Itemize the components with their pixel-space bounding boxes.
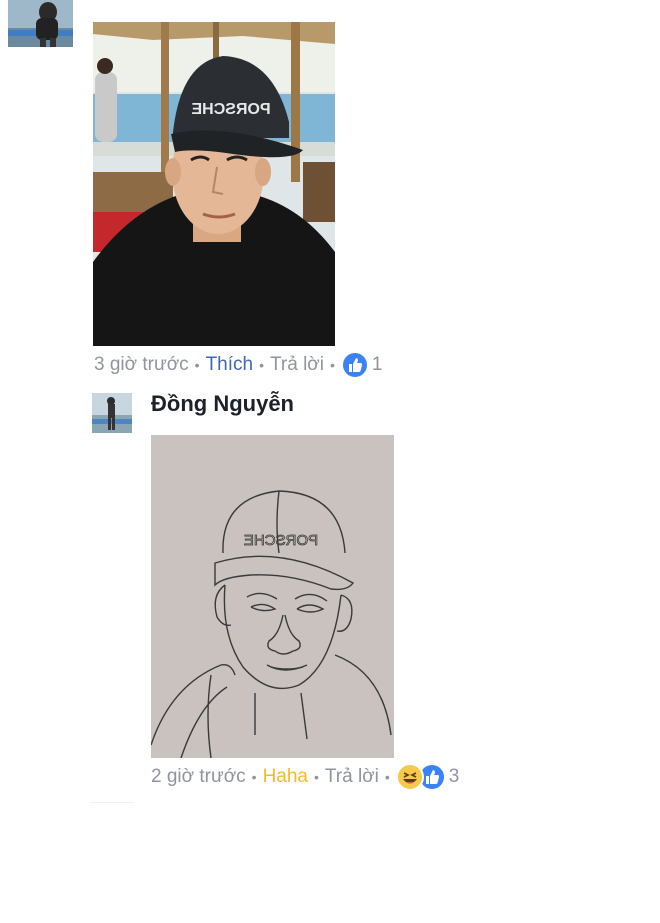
timestamp: 3 giờ trước xyxy=(94,354,189,375)
avatar-image xyxy=(8,0,73,47)
reactions[interactable]: 1 xyxy=(340,351,383,379)
selfie-image: PORSCHE xyxy=(93,22,335,346)
comment-actions: 2 giờ trước • Haha • Trả lời • 3 xyxy=(151,763,460,791)
avatar[interactable] xyxy=(8,0,73,47)
comment-author-name[interactable]: Đồng Nguyễn xyxy=(151,391,294,417)
separator-dot: • xyxy=(314,769,319,785)
reply-link[interactable]: Trả lời xyxy=(270,354,324,376)
like-link[interactable]: Thích xyxy=(206,354,254,376)
separator-dot: • xyxy=(384,769,390,785)
svg-text:PORSCHE: PORSCHE xyxy=(191,101,270,118)
separator-dot: • xyxy=(194,357,200,373)
reactions[interactable]: 3 xyxy=(395,763,460,791)
svg-text:PORSCHE: PORSCHE xyxy=(244,532,318,549)
avatar[interactable] xyxy=(92,393,132,433)
separator-dot: • xyxy=(330,357,335,373)
divider xyxy=(90,802,134,803)
avatar-image xyxy=(92,393,132,433)
reaction-count: 1 xyxy=(371,354,383,375)
like-icon xyxy=(340,351,369,379)
timestamp: 2 giờ trước xyxy=(151,766,246,787)
comment-photo[interactable]: PORSCHE xyxy=(93,22,335,346)
separator-dot: • xyxy=(251,769,257,785)
haha-link[interactable]: Haha xyxy=(263,766,308,788)
sketch-image: PORSCHE xyxy=(151,435,394,758)
haha-icon xyxy=(395,763,424,791)
separator-dot: • xyxy=(259,357,265,373)
comment-actions: 3 giờ trước • Thích • Trả lời • 1 xyxy=(94,351,383,379)
reaction-count: 3 xyxy=(448,766,460,787)
reply-link[interactable]: Trả lời xyxy=(325,766,379,788)
comment-photo[interactable]: PORSCHE xyxy=(151,435,394,758)
